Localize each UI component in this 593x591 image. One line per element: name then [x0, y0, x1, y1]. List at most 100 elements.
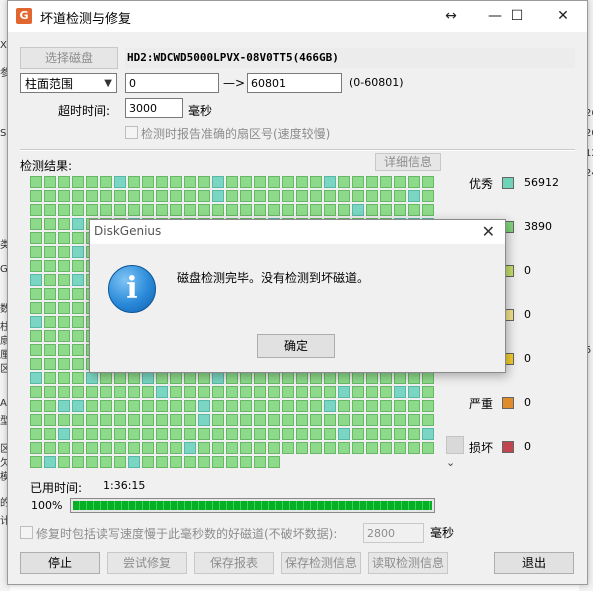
sector-block — [324, 204, 336, 216]
sector-block — [268, 456, 280, 468]
dialog-close-icon[interactable]: ✕ — [482, 222, 495, 241]
sector-block — [324, 400, 336, 412]
save-info-button[interactable]: 保存检测信息 — [281, 552, 361, 574]
sector-block — [44, 330, 56, 342]
select-disk-button[interactable]: 选择磁盘 — [20, 47, 118, 69]
sector-block — [184, 414, 196, 426]
range-start-input[interactable]: 0 — [125, 73, 219, 93]
sector-block — [198, 428, 210, 440]
repair-option-checkbox[interactable] — [20, 526, 33, 539]
stop-button[interactable]: 停止 — [20, 552, 100, 574]
sector-block — [212, 176, 224, 188]
timeout-input[interactable]: 3000 — [125, 98, 183, 118]
sector-block — [44, 358, 56, 370]
sector-block — [128, 190, 140, 202]
sector-block — [212, 386, 224, 398]
sector-block — [184, 176, 196, 188]
sector-block — [58, 274, 70, 286]
title-bar[interactable]: G 坏道检测与修复 ↔ — ☐ ✕ — [8, 1, 587, 32]
sector-block — [44, 204, 56, 216]
sector-block — [30, 386, 42, 398]
sector-block — [212, 372, 224, 384]
sector-block — [114, 442, 126, 454]
sector-block — [338, 442, 350, 454]
accurate-sector-checkbox[interactable] — [125, 126, 138, 139]
sector-block — [338, 176, 350, 188]
sector-block — [240, 442, 252, 454]
range-hint: (0-60801) — [349, 76, 404, 89]
repair-threshold-unit: 毫秒 — [430, 526, 455, 540]
sector-block — [380, 176, 392, 188]
save-report-button[interactable]: 保存报表 — [194, 552, 274, 574]
sector-block — [86, 386, 98, 398]
legend-scroll-box — [446, 436, 464, 454]
range-end-input[interactable]: 60801 — [247, 73, 342, 93]
sector-block — [142, 442, 154, 454]
sector-block — [58, 428, 70, 440]
exit-button[interactable]: 退出 — [494, 552, 574, 574]
sector-block — [422, 190, 434, 202]
sector-block — [310, 428, 322, 440]
sector-block — [226, 204, 238, 216]
dialog-title-bar[interactable]: DiskGenius ✕ — [90, 220, 505, 244]
sector-block — [226, 428, 238, 440]
maximize-button[interactable]: ☐ — [494, 1, 540, 32]
sector-block — [100, 190, 112, 202]
sector-block — [394, 414, 406, 426]
sector-block — [352, 414, 364, 426]
sector-block — [58, 442, 70, 454]
sector-block — [30, 414, 42, 426]
sector-block — [72, 218, 84, 230]
sector-block — [72, 386, 84, 398]
sector-block — [58, 260, 70, 272]
sector-block — [422, 400, 434, 412]
sector-block — [184, 372, 196, 384]
sector-block — [44, 190, 56, 202]
range-mode-select[interactable]: 柱面范围 ▼ — [20, 73, 117, 93]
sector-block — [72, 316, 84, 328]
load-info-button[interactable]: 读取检测信息 — [368, 552, 448, 574]
sector-block — [240, 190, 252, 202]
sector-block — [72, 344, 84, 356]
sector-block — [30, 302, 42, 314]
sector-block — [408, 442, 420, 454]
sector-block — [72, 176, 84, 188]
sector-block — [44, 400, 56, 412]
try-repair-button[interactable]: 尝试修复 — [107, 552, 187, 574]
sector-block — [366, 372, 378, 384]
scroll-down-chevron-icon[interactable]: ⌄ — [446, 456, 455, 469]
legend-label: 损坏 — [469, 441, 494, 455]
sector-block — [30, 400, 42, 412]
sector-block — [338, 386, 350, 398]
sector-block — [30, 260, 42, 272]
sector-block — [268, 176, 280, 188]
sector-block — [422, 386, 434, 398]
progress-percent: 100% — [31, 499, 63, 512]
sector-block — [282, 442, 294, 454]
ok-button[interactable]: 确定 — [257, 334, 335, 358]
timeout-unit: 毫秒 — [188, 104, 213, 118]
sector-block — [352, 372, 364, 384]
sector-block — [352, 190, 364, 202]
sector-block — [114, 414, 126, 426]
sector-block — [296, 386, 308, 398]
disk-name: HD2:WDCWD5000LPVX-08V0TT5(466GB) — [125, 48, 575, 68]
sector-block — [296, 190, 308, 202]
sector-block — [268, 400, 280, 412]
sector-block — [310, 442, 322, 454]
sector-block — [72, 456, 84, 468]
details-button[interactable]: 详细信息 — [375, 153, 441, 171]
sector-block — [30, 246, 42, 258]
chevron-down-icon: ▼ — [104, 78, 112, 89]
sector-block — [338, 372, 350, 384]
repair-threshold-input[interactable]: 2800 — [363, 523, 424, 543]
sector-block — [72, 302, 84, 314]
sector-block — [240, 176, 252, 188]
legend-label: 优秀 — [469, 177, 494, 191]
sector-block — [142, 456, 154, 468]
sector-block — [198, 414, 210, 426]
diskgenius-app-icon: G — [16, 8, 32, 24]
close-button[interactable]: ✕ — [540, 1, 586, 32]
sector-block — [352, 176, 364, 188]
sector-block — [422, 372, 434, 384]
